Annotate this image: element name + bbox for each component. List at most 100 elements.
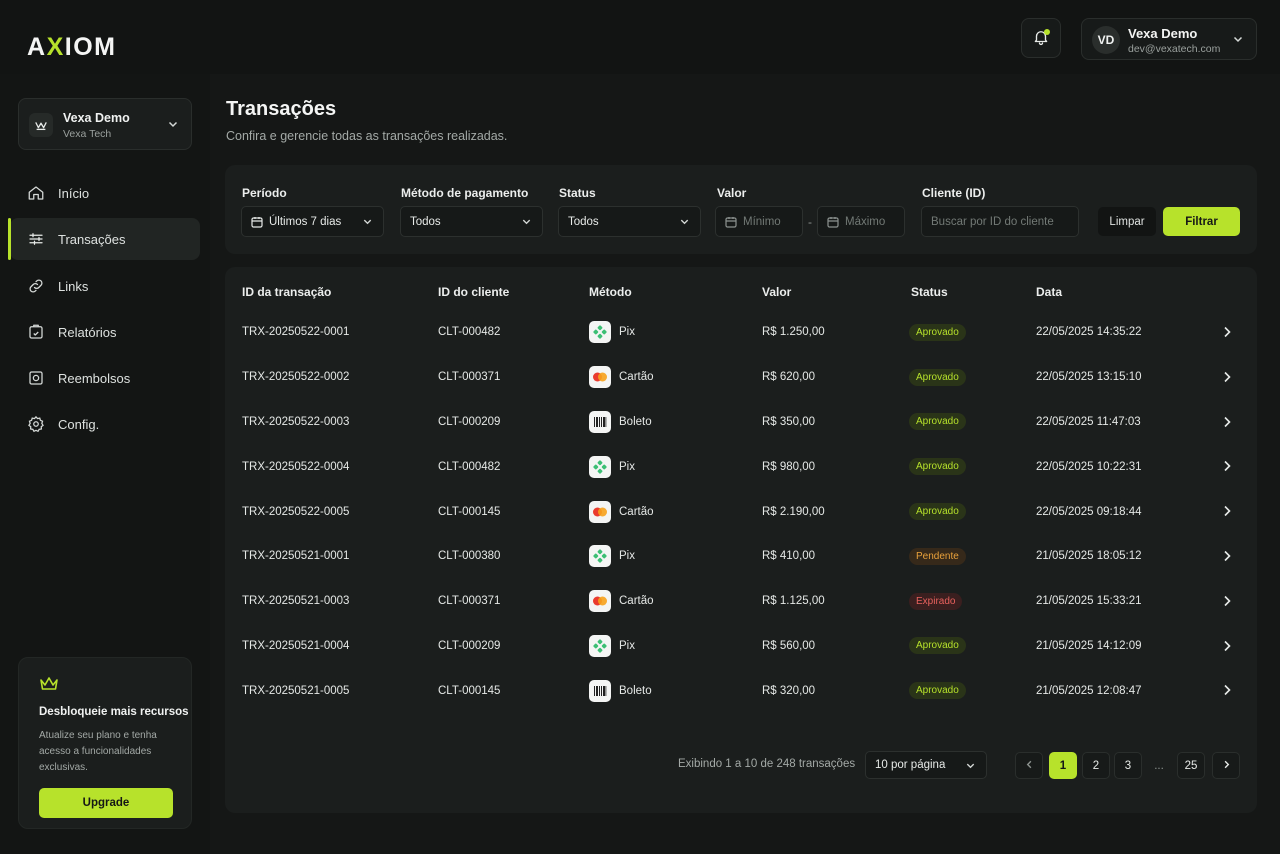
organization-switcher[interactable]: Vexa Demo Vexa Tech xyxy=(18,98,192,150)
table-row[interactable]: TRX-20250522-0003 CLT-000209 Boleto R$ 350,… xyxy=(225,400,1257,445)
method-label: Pix xyxy=(619,326,635,339)
client-id: CLT-000145 xyxy=(438,684,501,697)
transaction-date: 22/05/2025 13:15:10 xyxy=(1036,371,1142,384)
user-email: dev@vexatech.com xyxy=(1128,43,1221,55)
nav-item-reembolsos[interactable]: Reembolsos xyxy=(10,357,200,399)
table-row[interactable]: TRX-20250522-0002 CLT-000371 Cartão R$ 620,… xyxy=(225,355,1257,400)
method-label: Cartão xyxy=(619,371,654,384)
pix-icon xyxy=(589,455,611,478)
period-label: Período xyxy=(242,186,287,200)
chevron-right-icon[interactable] xyxy=(1221,639,1233,656)
status-cell: Aprovado xyxy=(909,489,966,534)
transaction-value: R$ 320,00 xyxy=(762,684,816,697)
period-select[interactable]: Últimos 7 dias xyxy=(241,206,384,237)
page-title: Transações xyxy=(226,98,337,120)
nav-item-transacoes[interactable]: Transações xyxy=(8,218,200,260)
client-search-input[interactable]: Buscar por ID do cliente xyxy=(921,206,1079,237)
user-menu[interactable]: VD Vexa Demo dev@vexatech.com xyxy=(1081,18,1257,60)
min-placeholder: Mínimo xyxy=(743,215,781,228)
header-value: Valor xyxy=(762,285,792,299)
client-placeholder: Buscar por ID do cliente xyxy=(931,215,1054,228)
nav-item-inicio[interactable]: Início xyxy=(10,172,200,214)
chevron-right-icon[interactable] xyxy=(1221,415,1233,432)
transaction-value: R$ 560,00 xyxy=(762,639,816,652)
transaction-date: 21/05/2025 14:12:09 xyxy=(1036,639,1142,652)
org-name: Vexa Demo xyxy=(63,111,130,125)
header-date: Data xyxy=(1036,285,1063,299)
pix-icon xyxy=(589,321,611,344)
chevron-right-icon[interactable] xyxy=(1221,504,1233,521)
filter-panel: Período Últimos 7 dias Método de pagamen… xyxy=(225,165,1257,254)
header-client-id: ID do cliente xyxy=(438,285,510,299)
upgrade-button[interactable]: Upgrade xyxy=(39,788,173,818)
table-row[interactable]: TRX-20250522-0004 CLT-000482 Pix R$ 980,00 A… xyxy=(225,444,1257,489)
client-id: CLT-000145 xyxy=(438,505,501,518)
page-button-1[interactable]: 1 xyxy=(1049,752,1077,779)
chevron-right-icon[interactable] xyxy=(1221,370,1233,387)
notifications-button[interactable] xyxy=(1021,18,1061,58)
transaction-id: TRX-20250522-0001 xyxy=(242,326,350,339)
page-button-3[interactable]: 3 xyxy=(1114,752,1142,779)
page-ellipsis: ... xyxy=(1154,759,1164,772)
link-icon xyxy=(26,276,46,296)
nav-label: Início xyxy=(58,185,90,201)
nav-item-config[interactable]: Config. xyxy=(10,403,200,445)
pix-icon xyxy=(589,634,611,657)
chevron-right-icon[interactable] xyxy=(1221,459,1233,476)
next-page-button[interactable] xyxy=(1212,752,1240,779)
status-select[interactable]: Todos xyxy=(558,206,701,237)
payment-method: Cartão xyxy=(589,579,654,624)
status-cell: Expirado xyxy=(909,579,963,624)
table-row[interactable]: TRX-20250521-0003 CLT-000371 Cartão R$ 1.12… xyxy=(225,579,1257,624)
header-transaction-id: ID da transação xyxy=(242,285,332,299)
transaction-id: TRX-20250522-0003 xyxy=(242,415,350,428)
method-select[interactable]: Todos xyxy=(400,206,543,237)
method-label: Cartão xyxy=(619,505,654,518)
chevron-right-icon[interactable] xyxy=(1221,594,1233,611)
prev-page-button[interactable] xyxy=(1015,752,1043,779)
transaction-value: R$ 2.190,00 xyxy=(762,505,825,518)
axiom-logo[interactable]: AXIOM xyxy=(27,33,116,62)
transaction-date: 21/05/2025 18:05:12 xyxy=(1036,550,1142,563)
nav-item-links[interactable]: Links xyxy=(10,265,200,307)
chevron-right-icon[interactable] xyxy=(1221,549,1233,566)
table-row[interactable]: TRX-20250521-0001 CLT-000380 Pix R$ 410,00 P… xyxy=(225,534,1257,579)
method-value: Todos xyxy=(410,215,441,228)
per-page-select[interactable]: 10 por página xyxy=(865,751,987,779)
barcode-icon xyxy=(589,679,611,702)
clear-button[interactable]: Limpar xyxy=(1098,207,1156,236)
sidebar: Vexa Demo Vexa Tech Início Transações Li… xyxy=(0,74,210,854)
client-id: CLT-000482 xyxy=(438,326,501,339)
table-row[interactable]: TRX-20250521-0004 CLT-000209 Pix R$ 560,00 A… xyxy=(225,624,1257,669)
chevron-right-icon[interactable] xyxy=(1221,683,1233,700)
barcode-icon xyxy=(589,410,611,433)
status-cell: Aprovado xyxy=(909,444,966,489)
page-button-2[interactable]: 2 xyxy=(1082,752,1110,779)
nav-label: Relatórios xyxy=(58,324,117,340)
status-badge: Expirado xyxy=(909,592,963,610)
filter-button[interactable]: Filtrar xyxy=(1163,207,1240,236)
table-row[interactable]: TRX-20250521-0005 CLT-000145 Boleto R$ 320,… xyxy=(225,668,1257,713)
table-row[interactable]: TRX-20250522-0005 CLT-000145 Cartão R$ 2.19… xyxy=(225,489,1257,534)
avatar: VD xyxy=(1092,26,1120,54)
transaction-id: TRX-20250521-0001 xyxy=(242,550,350,563)
pix-icon xyxy=(589,545,611,568)
client-id: CLT-000209 xyxy=(438,415,501,428)
transaction-value: R$ 620,00 xyxy=(762,371,816,384)
transfer-icon xyxy=(26,229,46,249)
nav-item-relatorios[interactable]: Relatórios xyxy=(10,311,200,353)
table-row[interactable]: TRX-20250522-0001 CLT-000482 Pix R$ 1.250,0… xyxy=(225,310,1257,355)
status-badge: Pendente xyxy=(909,547,966,565)
status-label: Status xyxy=(559,186,596,200)
status-badge: Aprovado xyxy=(909,503,966,521)
min-value-input[interactable]: Mínimo xyxy=(715,206,803,237)
chevron-right-icon[interactable] xyxy=(1221,325,1233,342)
method-label: Boleto xyxy=(619,415,652,428)
notification-dot xyxy=(1044,29,1050,35)
pagination-info: Exibindo 1 a 10 de 248 transações xyxy=(678,758,856,770)
page-button-25[interactable]: 25 xyxy=(1177,752,1205,779)
payment-method: Pix xyxy=(589,310,635,355)
payment-method: Cartão xyxy=(589,355,654,400)
crown-icon xyxy=(29,113,53,137)
max-value-input[interactable]: Máximo xyxy=(817,206,905,237)
